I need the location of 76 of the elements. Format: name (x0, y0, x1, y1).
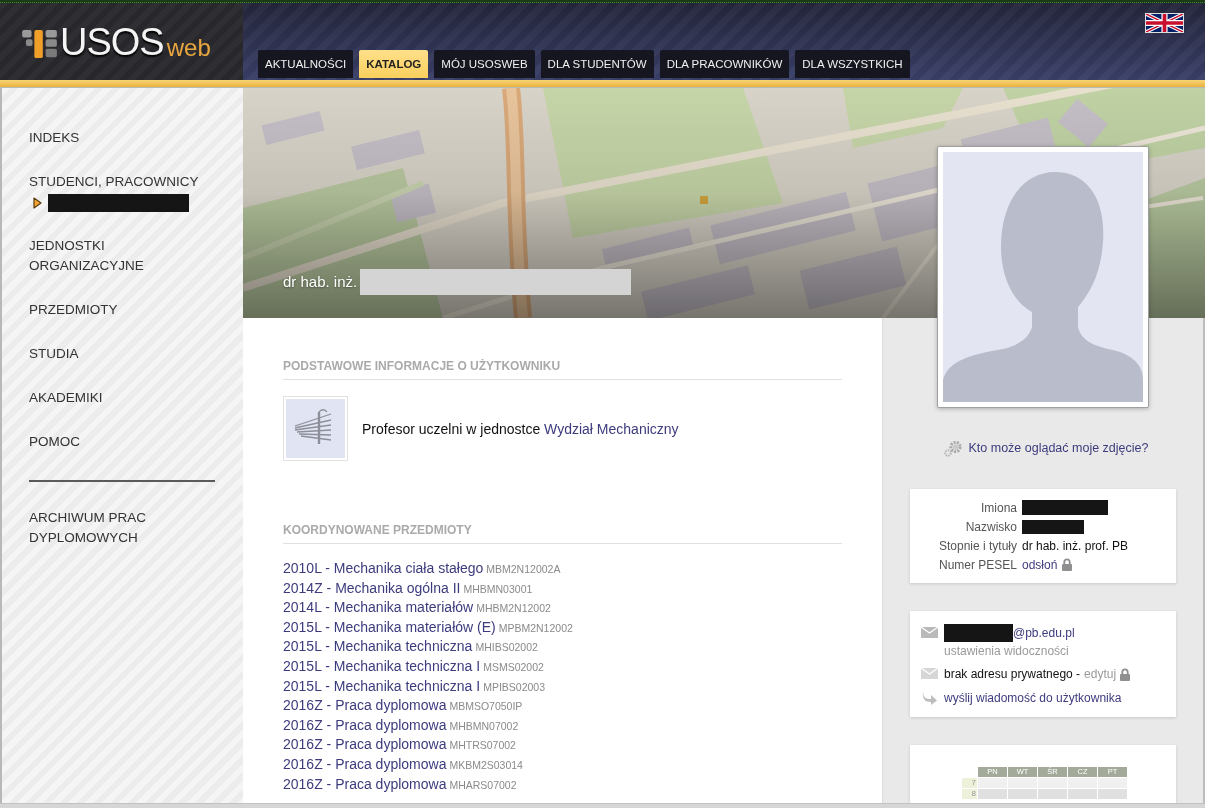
course-link[interactable]: 2016Z - Praca dyplomowa (283, 716, 447, 734)
course-link[interactable]: 2014L - Mechanika materiałów (283, 599, 474, 617)
send-message-link[interactable]: wyślij wiadomość do użytkownika (944, 689, 1122, 707)
course-code: MHBMN07002 (449, 719, 519, 733)
course-link[interactable]: 2016Z - Praca dyplomowa (283, 697, 447, 715)
envelope-icon (921, 668, 938, 679)
course-link[interactable]: 2016Z - Praca dyplomowa (283, 755, 447, 773)
timetable-slot (1068, 778, 1097, 788)
timetable-slot (978, 789, 1007, 799)
sidebar-item[interactable]: POMOC (29, 432, 215, 452)
timetable-slot (1038, 778, 1067, 788)
timetable-slot (1098, 778, 1127, 788)
sidebar-item[interactable]: STUDIA (29, 344, 215, 364)
course-code: MSMS02002 (483, 660, 544, 674)
redaction-bar (1022, 519, 1084, 534)
uk-flag-icon[interactable] (1145, 13, 1184, 33)
reveal-link[interactable]: odsłoń (1022, 557, 1058, 572)
position-text: Profesor uczelni w jednostce Wydział Mechaniczny (362, 420, 679, 437)
course-link[interactable]: 2016Z - Praca dyplomowa (283, 736, 447, 754)
email-link[interactable]: @pb.edu.pl (1013, 624, 1075, 642)
timetable-slot (1008, 789, 1037, 799)
timetable-slot (1098, 789, 1127, 799)
field-label: Numer PESEL (937, 557, 1017, 572)
nav-tab[interactable]: DLA WSZYSTKICH (795, 50, 910, 78)
nav-tab[interactable]: AKTUALNOŚCI (258, 50, 354, 78)
unit-link[interactable]: Wydział Mechaniczny (544, 420, 679, 437)
envelope-icon (921, 627, 938, 638)
sidebar-item[interactable]: JEDNOSTKI ORGANIZACYJNE (29, 236, 215, 276)
course-code: MPIBS02003 (483, 680, 546, 694)
gears-icon (943, 439, 962, 457)
course-code: MHTRS07002 (449, 739, 516, 753)
arrow-right-icon (33, 197, 42, 209)
logo-text[interactable]: USOS (60, 22, 164, 61)
timetable-slot (1038, 789, 1067, 799)
section-heading: KOORDYNOWANE PRZEDMIOTY (283, 523, 842, 544)
course-code: MBM2N12002A (486, 563, 561, 576)
course-code: MPBM2N12002 (498, 621, 573, 635)
course-link[interactable]: 2015L - Mechanika techniczna (283, 638, 473, 656)
nav-tab[interactable]: KATALOG (359, 50, 429, 78)
course-code: MHBM2N12002 (476, 602, 551, 616)
course-code: MHBMN03001 (463, 582, 533, 596)
sidebar-item[interactable]: ARCHIWUM PRAC DYPLOMOWYCH (29, 508, 215, 548)
course-link[interactable]: 2015L - Mechanika techniczna I (283, 677, 481, 695)
field-label: Imiona (979, 500, 1017, 515)
hour-label: 8 (962, 789, 977, 799)
field-label: Nazwisko (964, 519, 1017, 534)
sidebar-item[interactable]: AKADEMIKI (29, 388, 215, 408)
course-link[interactable]: 2010L - Mechanika ciała stałego (283, 560, 484, 577)
timetable-slot (1008, 778, 1037, 788)
course-code: MHARS07002 (449, 778, 517, 792)
sidebar-item[interactable]: STUDENCI, PRACOWNICY (29, 172, 215, 192)
nav-tab[interactable]: MÓJ USOSWEB (434, 50, 535, 78)
photo-visibility-link[interactable]: Kto może oglądać moje zdjęcie? (968, 440, 1149, 456)
nav-tab[interactable]: DLA PRACOWNIKÓW (659, 50, 790, 78)
course-code: MBMSO7050IP (449, 700, 523, 714)
logo-bars-icon (22, 28, 58, 59)
timetable-slot (978, 778, 1007, 788)
sidebar-item[interactable]: PRZEDMIOTY (29, 300, 215, 320)
course-link[interactable]: 2015L - Mechanika techniczna I (283, 657, 481, 675)
logo-suffix-text[interactable]: web (166, 35, 211, 60)
sidebar-item[interactable]: INDEKS (29, 128, 215, 148)
redaction-bar (944, 624, 1013, 642)
hour-label: 7 (962, 778, 977, 788)
field-label: Stopnie i tytuły (937, 538, 1017, 553)
private-address-text: brak adresu prywatnego - (944, 666, 1081, 683)
course-code: MKBM2S03014 (449, 758, 523, 772)
course-link[interactable]: 2016Z - Praca dyplomowa (283, 775, 447, 793)
nav-tab[interactable]: DLA STUDENTÓW (540, 50, 654, 78)
course-code: MHIBS02002 (475, 641, 538, 655)
course-link[interactable]: 2015L - Mechanika materiałów (E) (283, 618, 496, 636)
antenna-icon (283, 396, 348, 461)
course-link[interactable]: 2014Z - Mechanika ogólna II (283, 579, 461, 597)
academic-title-text: dr hab. inż. (283, 272, 358, 292)
section-heading: PODSTAWOWE INFORMACJE O UŻYTKOWNIKU (283, 359, 842, 380)
timetable-slot (1068, 789, 1097, 799)
field-value: dr hab. inż. prof. PB (1022, 538, 1129, 553)
